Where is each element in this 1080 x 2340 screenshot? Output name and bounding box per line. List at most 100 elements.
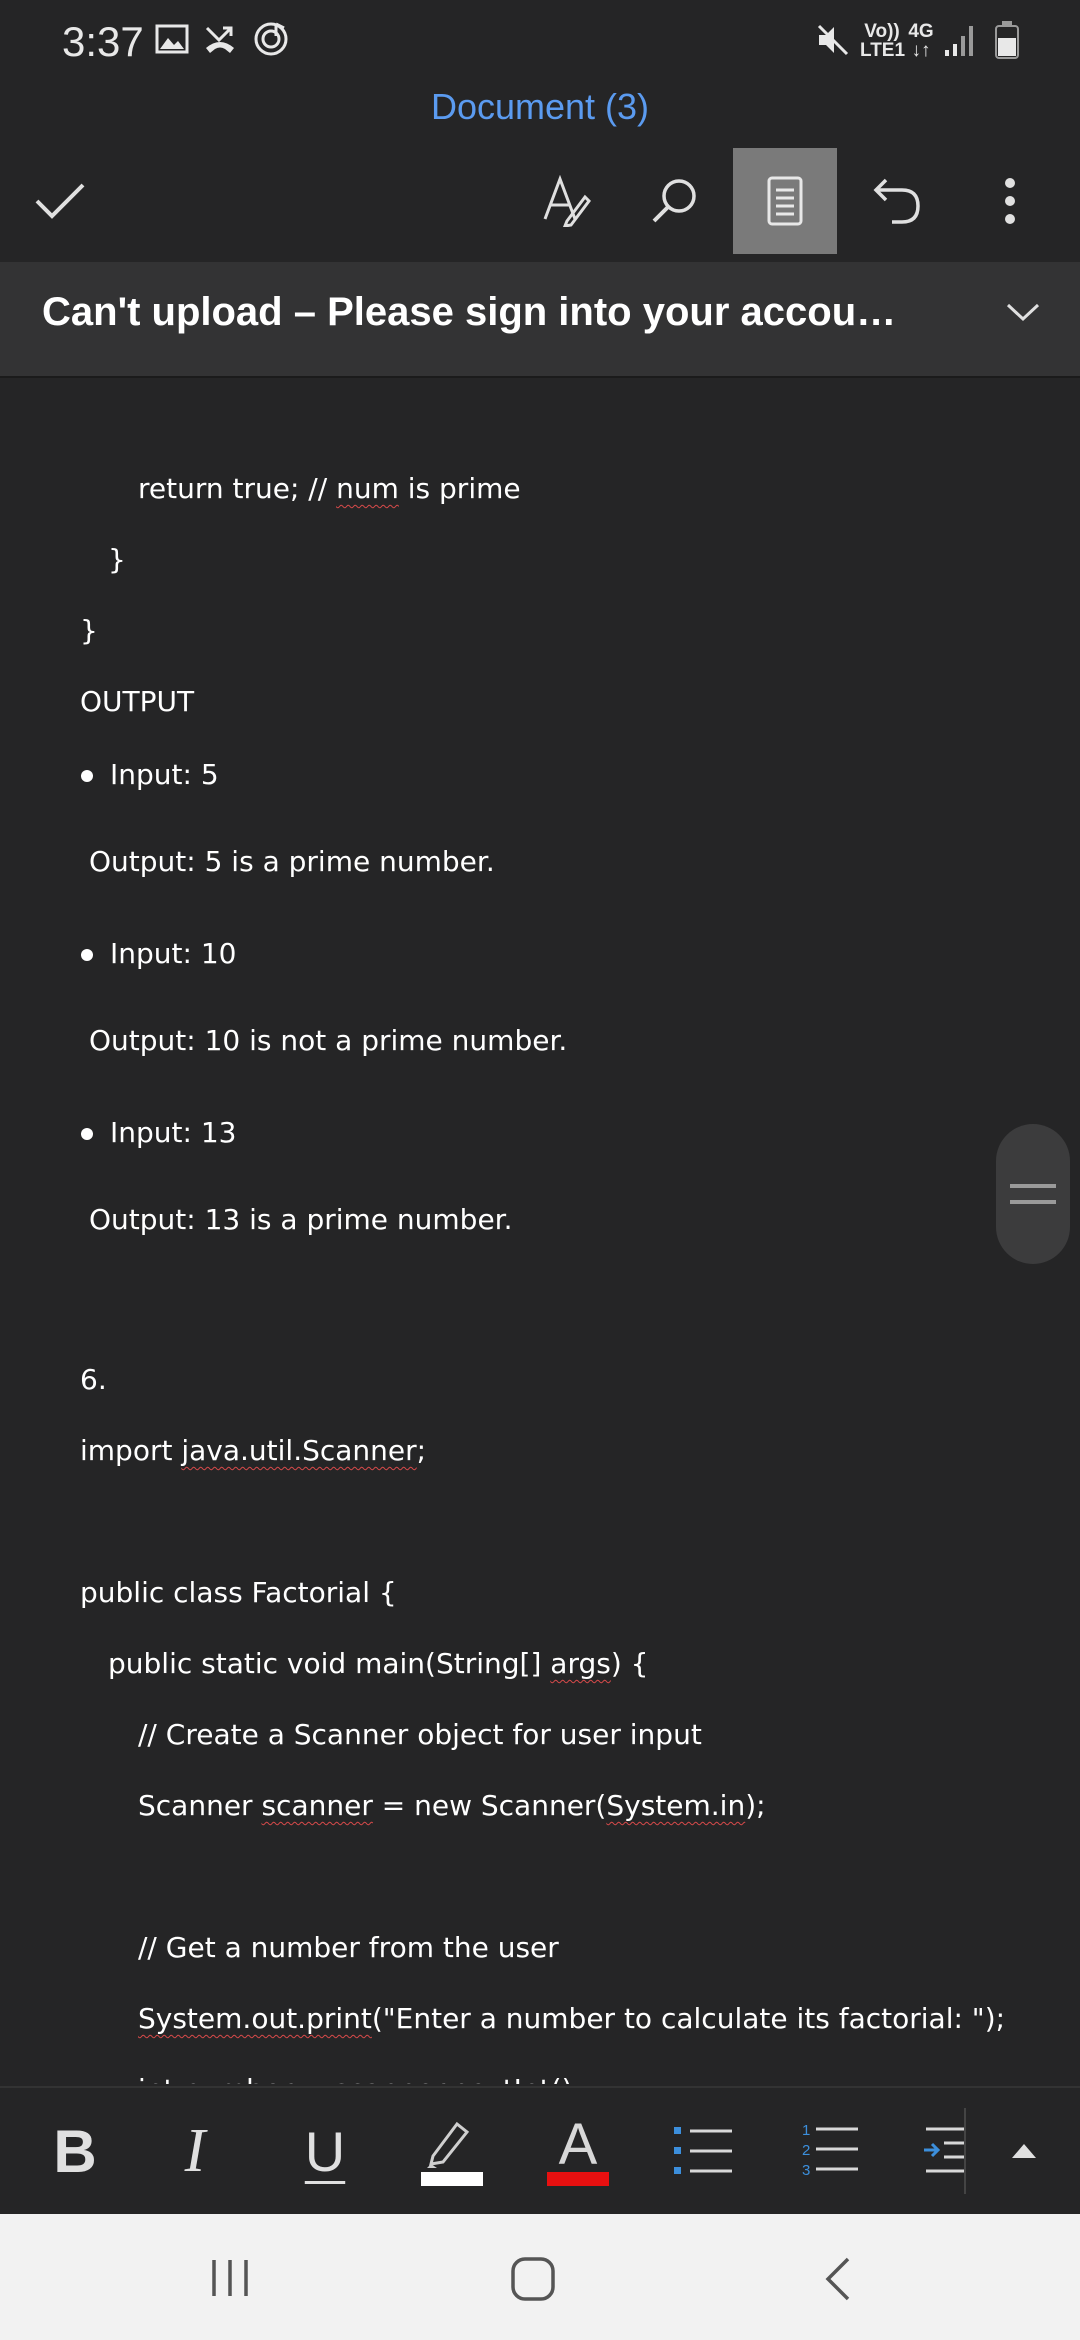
bold-icon: B xyxy=(53,2117,97,2185)
text-run-misspelled: num xyxy=(336,472,399,505)
list-item: Input: 13 xyxy=(110,1116,237,1149)
gallery-icon xyxy=(155,24,189,59)
doc-line: Output: 13 is a prime number. xyxy=(89,1203,513,1236)
home-icon[interactable] xyxy=(510,2256,556,2307)
doc-line: } xyxy=(80,614,98,647)
4g-data-icon: 4G ↓↑ xyxy=(906,22,936,60)
recent-apps-icon[interactable] xyxy=(210,2258,250,2303)
doc-line: Output: 5 is a prime number. xyxy=(89,845,495,878)
list-item: Input: 5 xyxy=(110,758,219,791)
signal-icon xyxy=(944,22,978,63)
text-run: public static void main(String[] xyxy=(108,1647,551,1680)
text-run-misspelled: System.out.print xyxy=(138,2002,372,2035)
text-run: = new Scanner( xyxy=(372,1789,607,1822)
scroll-handle[interactable] xyxy=(996,1124,1070,1264)
svg-text:1: 1 xyxy=(802,2122,810,2139)
doc-line: return true; // num is prime xyxy=(138,472,521,505)
text-run: ); xyxy=(745,1789,766,1822)
list-bullet xyxy=(81,770,93,782)
missed-call-icon xyxy=(203,22,237,61)
doc-line: // Get a number from the user xyxy=(138,1931,559,1964)
document-body[interactable]: return true; // num is prime } } OUTPUT … xyxy=(0,378,1080,2084)
text-run-misspelled: args xyxy=(550,1647,611,1680)
format-toolbar: B I U A 1 2 3 xyxy=(0,2086,1080,2214)
net-line1: 4G xyxy=(908,21,934,42)
mute-icon xyxy=(815,22,851,63)
volte-line2: LTE1 xyxy=(860,40,906,61)
chevron-down-icon[interactable] xyxy=(1006,302,1040,327)
document-title: Document (3) xyxy=(430,86,650,127)
banner-text: Can't upload – Please sign into your acc… xyxy=(42,290,897,334)
numbered-list-icon: 1 2 3 xyxy=(802,2122,858,2179)
highlight-button[interactable] xyxy=(418,2088,486,2214)
underline-icon: U xyxy=(304,2119,346,2183)
doc-line: } xyxy=(108,543,126,576)
net-line2: ↓↑ xyxy=(911,40,931,61)
search-icon xyxy=(652,179,696,223)
text-run: ; xyxy=(416,1434,427,1467)
font-color-icon: A xyxy=(547,2116,609,2186)
done-check-icon xyxy=(35,183,85,219)
italic-button[interactable]: I xyxy=(160,2088,230,2214)
indent-button[interactable] xyxy=(922,2088,966,2214)
doc-line: import java.util.Scanner; xyxy=(80,1434,426,1467)
doc-line: int number = scanner.nextInt(); xyxy=(138,2073,582,2084)
status-time: 3:37 xyxy=(62,18,144,65)
expand-up-icon xyxy=(1012,2144,1036,2158)
undo-button[interactable] xyxy=(855,148,939,254)
grip-line xyxy=(1010,1184,1056,1188)
toolbar-divider xyxy=(964,2108,966,2194)
list-bullet xyxy=(81,949,93,961)
status-bar: 3:37 Vo)) LTE1 4G ↓↑ xyxy=(0,0,1080,84)
bold-button[interactable]: B xyxy=(40,2088,110,2214)
doc-line: Output: 10 is not a prime number. xyxy=(89,1024,568,1057)
mobile-view-button[interactable] xyxy=(733,148,837,254)
text-run-misspelled: scanner xyxy=(261,1789,373,1822)
toolbar xyxy=(0,148,1080,254)
text-run: ) { xyxy=(610,1647,649,1680)
doc-line: System.out.print("Enter a number to calc… xyxy=(138,2002,1005,2035)
doc-line: // Create a Scanner object for user inpu… xyxy=(138,1718,702,1751)
back-icon[interactable] xyxy=(822,2256,852,2307)
doc-line: OUTPUT xyxy=(80,685,195,718)
svg-text:3: 3 xyxy=(802,2162,810,2179)
doc-line: 6. xyxy=(80,1363,107,1396)
upload-error-banner[interactable]: Can't upload – Please sign into your acc… xyxy=(0,262,1080,378)
doc-line: public static void main(String[] args) { xyxy=(108,1647,648,1680)
font-color-letter: A xyxy=(559,2116,598,2177)
text-run-misspelled: java.util.Scanner xyxy=(181,1434,417,1467)
music-sync-icon xyxy=(252,20,290,63)
list-bullet xyxy=(81,1128,93,1140)
volte-lte-icon: Vo)) LTE1 xyxy=(860,21,906,61)
numbered-list-button[interactable]: 1 2 3 xyxy=(796,2088,862,2214)
system-navigation-bar xyxy=(0,2214,1080,2340)
mobile-view-icon xyxy=(767,176,803,226)
underline-button[interactable]: U xyxy=(290,2088,360,2214)
draw-button[interactable] xyxy=(524,148,608,254)
font-color-swatch xyxy=(547,2172,609,2186)
svg-text:2: 2 xyxy=(802,2142,810,2159)
volte-line1: Vo)) xyxy=(864,21,900,42)
doc-line: public class Factorial { xyxy=(80,1576,397,1609)
more-options-button[interactable] xyxy=(984,148,1036,254)
bullet-list-button[interactable] xyxy=(670,2088,736,2214)
doc-line: Scanner scanner = new Scanner(System.in)… xyxy=(138,1789,766,1822)
battery-icon xyxy=(994,20,1020,65)
expand-toolbar-button[interactable] xyxy=(998,2088,1050,2214)
bullet-list-icon xyxy=(674,2127,732,2174)
text-run: is prime xyxy=(398,472,521,505)
undo-icon xyxy=(873,178,920,224)
draw-pen-icon xyxy=(543,175,591,227)
text-run: Scanner xyxy=(138,1789,262,1822)
text-run: return true; // xyxy=(138,472,337,505)
italic-icon: I xyxy=(184,2116,206,2185)
done-button[interactable] xyxy=(20,148,100,254)
highlight-color-swatch xyxy=(421,2172,483,2186)
search-button[interactable] xyxy=(632,148,716,254)
font-color-button[interactable]: A xyxy=(545,2088,611,2214)
text-run-misspelled: System.in xyxy=(606,1789,746,1822)
more-options-icon xyxy=(1005,178,1015,224)
grip-line xyxy=(1010,1200,1056,1204)
list-item: Input: 10 xyxy=(110,937,237,970)
indent-icon xyxy=(924,2127,966,2173)
